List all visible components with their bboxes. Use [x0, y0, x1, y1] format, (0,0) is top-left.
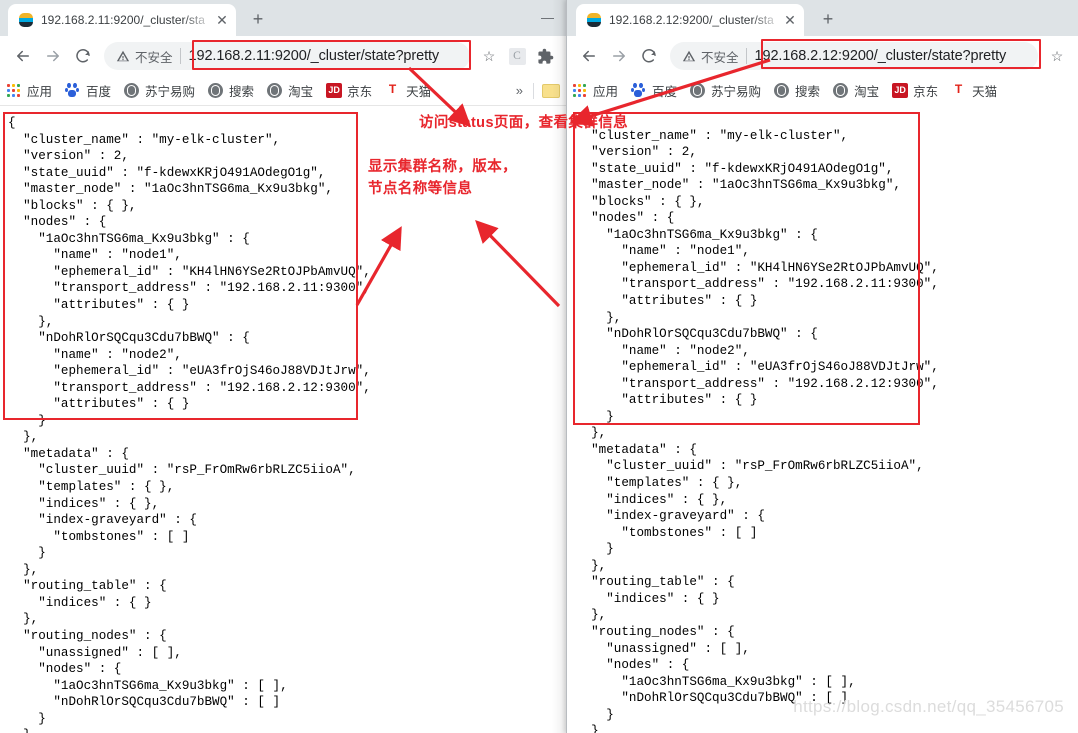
- close-tab-icon[interactable]: ✕: [214, 12, 230, 28]
- baidu-icon: [65, 82, 81, 99]
- bookmarks-bar-right: 应用 百度 苏宁易购 搜索 淘宝 JD 京东 天猫: [566, 76, 1078, 106]
- omnibox-divider: [179, 48, 181, 64]
- tmall-icon: [951, 83, 967, 99]
- back-button[interactable]: [574, 41, 604, 71]
- browser-toolbar-right: 不安全 192.168.2.12:9200/_cluster/state?pre…: [566, 36, 1078, 76]
- security-status-label: 不安全: [135, 50, 173, 65]
- bookmark-taobao[interactable]: 淘宝: [267, 81, 313, 100]
- bookmark-label: 苏宁易购: [711, 85, 762, 99]
- bookmark-label: 搜索: [795, 85, 821, 99]
- forward-button[interactable]: [38, 41, 68, 71]
- apps-grid-icon: [572, 83, 588, 99]
- bookmarks-divider: [533, 82, 534, 99]
- bookmark-label: 搜索: [229, 85, 255, 99]
- globe-icon: [774, 82, 790, 99]
- bookmark-suning[interactable]: 苏宁易购: [690, 81, 761, 100]
- annotation-middle-text: 显示集群名称，版本， 节点名称等信息: [368, 156, 517, 200]
- bookmark-label: 百度: [86, 85, 112, 99]
- new-tab-button[interactable]: +: [246, 8, 270, 32]
- browser-toolbar-left: 不安全 192.168.2.11:9200/_cluster/state?pre…: [0, 36, 566, 76]
- bookmark-suning[interactable]: 苏宁易购: [124, 81, 195, 100]
- bookmark-label: 淘宝: [288, 85, 314, 99]
- tab-strip-right: 192.168.2.12:9200/_cluster/sta ✕ +: [566, 0, 1078, 36]
- bookmarks-overflow-icon[interactable]: »: [516, 83, 533, 98]
- globe-icon: [208, 82, 224, 99]
- bookmark-apps[interactable]: 应用: [6, 81, 52, 100]
- bookmark-label: 应用: [593, 85, 619, 99]
- back-button[interactable]: [8, 41, 38, 71]
- elasticsearch-favicon-icon: [18, 12, 34, 28]
- bookmark-taobao[interactable]: 淘宝: [833, 81, 879, 100]
- bookmark-tmall[interactable]: 天猫: [951, 81, 997, 100]
- browser-window-right: 192.168.2.12:9200/_cluster/sta ✕ + 不安全 1…: [566, 0, 1078, 733]
- close-tab-icon[interactable]: ✕: [782, 12, 798, 28]
- jd-icon: JD: [326, 82, 343, 99]
- globe-icon: [833, 82, 849, 99]
- tab-title-left: 192.168.2.11:9200/_cluster/sta: [41, 13, 205, 27]
- bookmark-label: 淘宝: [854, 85, 880, 99]
- bookmark-label: 应用: [27, 85, 53, 99]
- reload-button[interactable]: [68, 41, 98, 71]
- tab-title-right: 192.168.2.12:9200/_cluster/sta: [609, 13, 774, 27]
- address-bar-left[interactable]: 不安全 192.168.2.11:9200/_cluster/state?pre…: [104, 42, 470, 70]
- bookmark-label: 百度: [652, 85, 678, 99]
- jd-icon: JD: [892, 82, 909, 99]
- annotation-top-text: 访问status页面，查看集群信息: [419, 115, 629, 131]
- bookmark-jd[interactable]: JD 京东: [892, 81, 938, 100]
- window-edge-shadow: [552, 0, 566, 733]
- forward-button[interactable]: [604, 41, 634, 71]
- annotation-middle-line1: 显示集群名称，版本，: [368, 159, 517, 175]
- baidu-icon: [631, 82, 647, 99]
- elasticsearch-favicon-icon: [586, 12, 602, 28]
- bookmark-apps[interactable]: 应用: [572, 81, 618, 100]
- bookmark-baidu[interactable]: 百度: [631, 81, 677, 100]
- extension-c-icon[interactable]: C: [504, 43, 530, 69]
- omnibox-divider: [745, 48, 747, 64]
- globe-icon: [690, 82, 706, 99]
- reload-button[interactable]: [634, 41, 664, 71]
- not-secure-warning-icon: [682, 49, 696, 63]
- bookmark-label: 京东: [913, 85, 939, 99]
- url-text-right[interactable]: 192.168.2.12:9200/_cluster/state?pretty: [755, 48, 1034, 64]
- cluster-state-json-right: { "cluster_name" : "my-elk-cluster", "ve…: [576, 112, 939, 733]
- bookmark-search[interactable]: 搜索: [208, 81, 254, 100]
- security-status-label: 不安全: [701, 50, 739, 65]
- tab-strip-left: 192.168.2.11:9200/_cluster/sta ✕ + —: [0, 0, 566, 36]
- globe-icon: [124, 82, 140, 99]
- tmall-icon: [385, 83, 401, 99]
- url-text-left[interactable]: 192.168.2.11:9200/_cluster/state?pretty: [189, 48, 466, 64]
- page-content-left: { "cluster_name" : "my-elk-cluster", "ve…: [0, 107, 566, 733]
- globe-icon: [267, 82, 283, 99]
- browser-tab-right[interactable]: 192.168.2.12:9200/_cluster/sta ✕: [576, 4, 804, 36]
- apps-grid-icon: [6, 83, 22, 99]
- bookmark-star-icon[interactable]: ☆: [1044, 48, 1070, 65]
- annotation-middle-line2: 节点名称等信息: [368, 181, 473, 197]
- bookmark-label: 京东: [347, 85, 373, 99]
- not-secure-warning-icon: [116, 49, 130, 63]
- address-bar-right[interactable]: 不安全 192.168.2.12:9200/_cluster/state?pre…: [670, 42, 1038, 70]
- bookmark-jd[interactable]: JD 京东: [326, 81, 372, 100]
- bookmark-baidu[interactable]: 百度: [65, 81, 111, 100]
- bookmarks-bar-left: 应用 百度 苏宁易购 搜索 淘宝 JD 京东 天猫 »: [0, 76, 566, 106]
- bookmark-search[interactable]: 搜索: [774, 81, 820, 100]
- browser-window-left: 192.168.2.11:9200/_cluster/sta ✕ + — 不安全…: [0, 0, 566, 733]
- browser-tab-left[interactable]: 192.168.2.11:9200/_cluster/sta ✕: [8, 4, 236, 36]
- window-divider: [566, 0, 567, 733]
- cluster-state-json-left: { "cluster_name" : "my-elk-cluster", "ve…: [8, 116, 371, 733]
- new-tab-button[interactable]: +: [816, 8, 840, 32]
- watermark: https://blog.csdn.net/qq_35456705: [793, 697, 1064, 716]
- bookmark-star-icon[interactable]: ☆: [476, 48, 502, 65]
- bookmark-label: 天猫: [972, 85, 998, 99]
- bookmark-label: 苏宁易购: [145, 85, 196, 99]
- page-content-right: { "cluster_name" : "my-elk-cluster", "ve…: [566, 104, 1078, 733]
- bookmark-tmall[interactable]: 天猫: [385, 81, 431, 100]
- bookmark-label: 天猫: [406, 85, 432, 99]
- screenshot-stage: 192.168.2.11:9200/_cluster/sta ✕ + — 不安全…: [0, 0, 1078, 733]
